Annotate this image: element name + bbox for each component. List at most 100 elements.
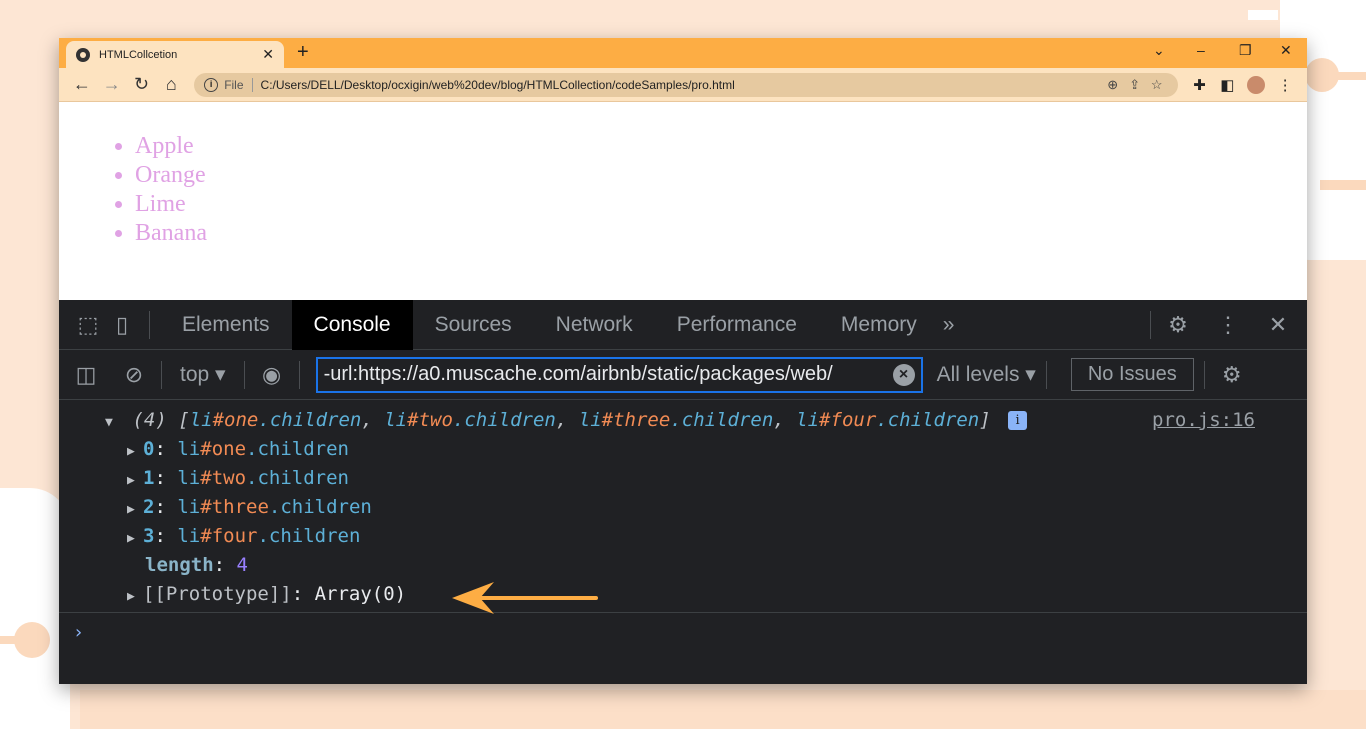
side-panel-icon[interactable]: ◧ xyxy=(1213,76,1241,94)
console-settings-gear-icon[interactable]: ⚙ xyxy=(1215,358,1249,392)
close-devtools-icon[interactable]: ✕ xyxy=(1261,308,1295,342)
divider xyxy=(251,77,253,92)
expand-triangle-icon[interactable]: ▶ xyxy=(127,437,143,466)
divider xyxy=(243,360,245,389)
home-button[interactable]: ⌂ xyxy=(156,74,186,95)
expand-triangle-icon[interactable]: ▶ xyxy=(127,466,143,495)
filter-input[interactable]: -url:https://a0.muscache.com/airbnb/stat… xyxy=(315,356,923,393)
back-button[interactable]: ← xyxy=(67,74,97,95)
live-expression-eye-icon[interactable]: ◉ xyxy=(255,358,289,392)
tab-memory[interactable]: Memory xyxy=(819,300,939,350)
array-entry[interactable]: ▶ 2: li#three.children xyxy=(59,493,1307,522)
tab-network[interactable]: Network xyxy=(534,300,655,350)
devtools-tab-bar: ⬚ ▯ Elements Console Sources Network Per… xyxy=(59,299,1307,350)
array-entry[interactable]: ▶ 3: li#four.children xyxy=(59,522,1307,551)
console-filter-bar: ◫ ⊘ top ▾ ◉ -url:https://a0.muscache.com… xyxy=(59,350,1307,400)
summary-item: li#three.children xyxy=(578,409,774,431)
expand-triangle-icon[interactable]: ▶ xyxy=(127,582,143,611)
restore-button[interactable]: ❐ xyxy=(1239,42,1252,59)
devtools-panel: ⬚ ▯ Elements Console Sources Network Per… xyxy=(59,299,1307,684)
length-key: length xyxy=(145,554,214,576)
prompt-chevron-icon: › xyxy=(73,622,84,643)
levels-label: All levels xyxy=(936,363,1020,386)
background-shape xyxy=(14,622,50,658)
info-badge-icon[interactable]: i xyxy=(1008,411,1028,430)
array-entry[interactable]: ▶ 0: li#one.children xyxy=(59,435,1307,464)
summary-item: li#two.children xyxy=(384,409,556,431)
log-levels-dropdown[interactable]: All levels ▾ xyxy=(937,362,1036,387)
title-bar: HTMLCollcetion ✕ + ⌄ – ❐ ✕ xyxy=(59,38,1307,68)
prototype-key: [[Prototype]] xyxy=(143,583,292,605)
list-item: Lime xyxy=(135,190,1307,219)
devtools-actions: ⚙ ⋮ ✕ xyxy=(1140,300,1307,350)
summary-item: li#one.children xyxy=(189,409,362,431)
reload-button[interactable]: ↻ xyxy=(127,74,157,95)
page-content: Apple Orange Lime Banana xyxy=(59,102,1307,300)
browser-toolbar: ← → ↻ ⌂ i File C:/Users/DELL/Desktop/ocx… xyxy=(59,68,1307,102)
url-scheme-label: File xyxy=(224,77,244,92)
console-log-summary[interactable]: ▼ (4) [li#one.children, li#two.children,… xyxy=(59,406,1307,435)
console-prompt[interactable]: › xyxy=(59,612,1307,652)
prototype-entry[interactable]: ▶ [[Prototype]]: Array(0) xyxy=(59,580,1307,609)
context-label: top xyxy=(180,363,210,386)
divider xyxy=(1203,360,1205,389)
bookmark-star-icon[interactable]: ☆ xyxy=(1146,77,1168,93)
filter-input-value: -url:https://a0.muscache.com/airbnb/stat… xyxy=(323,363,833,385)
menu-kebab-icon[interactable]: ⋮ xyxy=(1271,76,1299,94)
array-count: (4) xyxy=(132,409,167,431)
more-options-kebab-icon[interactable]: ⋮ xyxy=(1211,308,1245,342)
list-item: Banana xyxy=(135,219,1307,248)
source-link[interactable]: pro.js:16 xyxy=(1152,406,1255,435)
close-window-button[interactable]: ✕ xyxy=(1280,42,1292,59)
tab-search-icon[interactable]: ⌄ xyxy=(1153,42,1165,59)
minimize-button[interactable]: – xyxy=(1197,42,1205,58)
expand-triangle-icon[interactable]: ▶ xyxy=(127,495,143,524)
globe-icon xyxy=(76,47,90,62)
background-shape xyxy=(1248,10,1278,20)
address-bar[interactable]: i File C:/Users/DELL/Desktop/ocxigin/web… xyxy=(194,72,1178,97)
array-entry[interactable]: ▶ 1: li#two.children xyxy=(59,464,1307,493)
forward-button[interactable]: → xyxy=(97,74,127,95)
divider xyxy=(149,310,150,339)
zoom-icon[interactable]: ⊕ xyxy=(1102,77,1124,93)
extensions-puzzle-icon[interactable]: ✚ xyxy=(1186,76,1214,94)
list-item: Orange xyxy=(135,161,1307,190)
browser-tab[interactable]: HTMLCollcetion ✕ xyxy=(66,41,284,68)
share-icon[interactable]: ⇪ xyxy=(1124,77,1146,93)
tab-sources[interactable]: Sources xyxy=(413,300,534,350)
sidebar-toggle-icon[interactable]: ◫ xyxy=(69,358,103,392)
settings-gear-icon[interactable]: ⚙ xyxy=(1161,308,1195,342)
inspect-element-icon[interactable]: ⬚ xyxy=(71,308,105,342)
length-value: 4 xyxy=(236,554,248,576)
console-output: ▼ (4) [li#one.children, li#two.children,… xyxy=(59,400,1307,652)
tab-performance[interactable]: Performance xyxy=(655,300,819,350)
context-selector[interactable]: top ▾ xyxy=(180,362,226,387)
clear-console-icon[interactable]: ⊘ xyxy=(117,358,151,392)
tab-elements[interactable]: Elements xyxy=(160,300,292,350)
tab-console[interactable]: Console xyxy=(291,299,413,350)
expand-triangle-icon[interactable]: ▼ xyxy=(105,408,121,437)
annotation-arrow-icon xyxy=(452,582,598,614)
url-text[interactable]: C:/Users/DELL/Desktop/ocxigin/web%20dev/… xyxy=(261,78,1102,92)
tab-title: HTMLCollcetion xyxy=(99,48,178,61)
device-toolbar-icon[interactable]: ▯ xyxy=(105,308,139,342)
profile-avatar[interactable] xyxy=(1247,75,1266,94)
clear-filter-icon[interactable]: × xyxy=(892,363,915,386)
divider xyxy=(161,360,162,389)
info-icon[interactable]: i xyxy=(204,77,219,92)
more-tabs-button[interactable]: » xyxy=(939,300,959,350)
browser-window: HTMLCollcetion ✕ + ⌄ – ❐ ✕ ← → ↻ ⌂ i Fil… xyxy=(59,38,1307,684)
divider xyxy=(1045,360,1047,389)
close-tab-icon[interactable]: ✕ xyxy=(262,46,274,63)
expand-triangle-icon[interactable]: ▶ xyxy=(127,524,143,553)
list-item: Apple xyxy=(135,132,1307,161)
background-shape xyxy=(1320,180,1366,190)
divider xyxy=(298,360,300,389)
prototype-value: Array(0) xyxy=(314,583,407,605)
summary-item: li#four.children xyxy=(796,409,980,431)
issues-button[interactable]: No Issues xyxy=(1070,358,1194,391)
length-property: length: 4 xyxy=(145,554,248,576)
background-shape xyxy=(1305,58,1339,92)
new-tab-button[interactable]: + xyxy=(297,41,309,64)
fruit-list: Apple Orange Lime Banana xyxy=(135,132,1307,248)
